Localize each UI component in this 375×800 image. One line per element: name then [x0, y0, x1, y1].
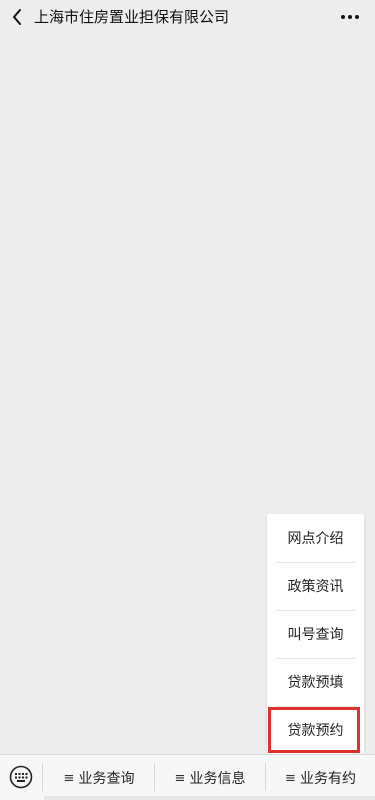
menu-list-icon: ≡ [63, 770, 75, 786]
top-bar: 上海市住房置业担保有限公司 [0, 0, 375, 36]
tab-business-query[interactable]: ≡ 业务查询 [44, 755, 154, 800]
more-button[interactable] [337, 8, 363, 26]
tab-business-info[interactable]: ≡ 业务信息 [155, 755, 265, 800]
divider [42, 763, 43, 791]
chevron-left-icon [13, 9, 21, 25]
tab-label: 业务有约 [299, 771, 356, 787]
popup-item-outlet-intro[interactable]: 网点介绍 [267, 514, 364, 562]
popup-item-loan-appointment[interactable]: 贷款预约 [267, 706, 364, 754]
menu-list-icon: ≡ [174, 770, 186, 786]
popup-item-loan-prefill[interactable]: 贷款预填 [267, 658, 364, 706]
page: 上海市住房置业担保有限公司 网点介绍 政策资讯 叫号查询 贷款预填 贷款预约 ≡… [0, 0, 375, 800]
tab-label: 业务信息 [189, 771, 246, 787]
bottom-menu-bar: ≡ 业务查询 ≡ 业务信息 ≡ 业务有约 [0, 754, 375, 800]
bottom-strip [44, 796, 375, 800]
keyboard-icon [9, 765, 33, 789]
back-button[interactable] [6, 6, 28, 28]
tab-business-appointment[interactable]: ≡ 业务有约 [266, 755, 375, 800]
popup-item-queue-query[interactable]: 叫号查询 [267, 610, 364, 658]
tab-label: 业务查询 [78, 771, 135, 787]
popup-item-policy-news[interactable]: 政策资讯 [267, 562, 364, 610]
menu-list-icon: ≡ [285, 770, 296, 786]
popup-menu: 网点介绍 政策资讯 叫号查询 贷款预填 贷款预约 [267, 514, 364, 754]
page-title: 上海市住房置业担保有限公司 [34, 8, 230, 26]
keyboard-toggle-button[interactable] [8, 764, 34, 790]
more-dots-icon [341, 15, 359, 19]
